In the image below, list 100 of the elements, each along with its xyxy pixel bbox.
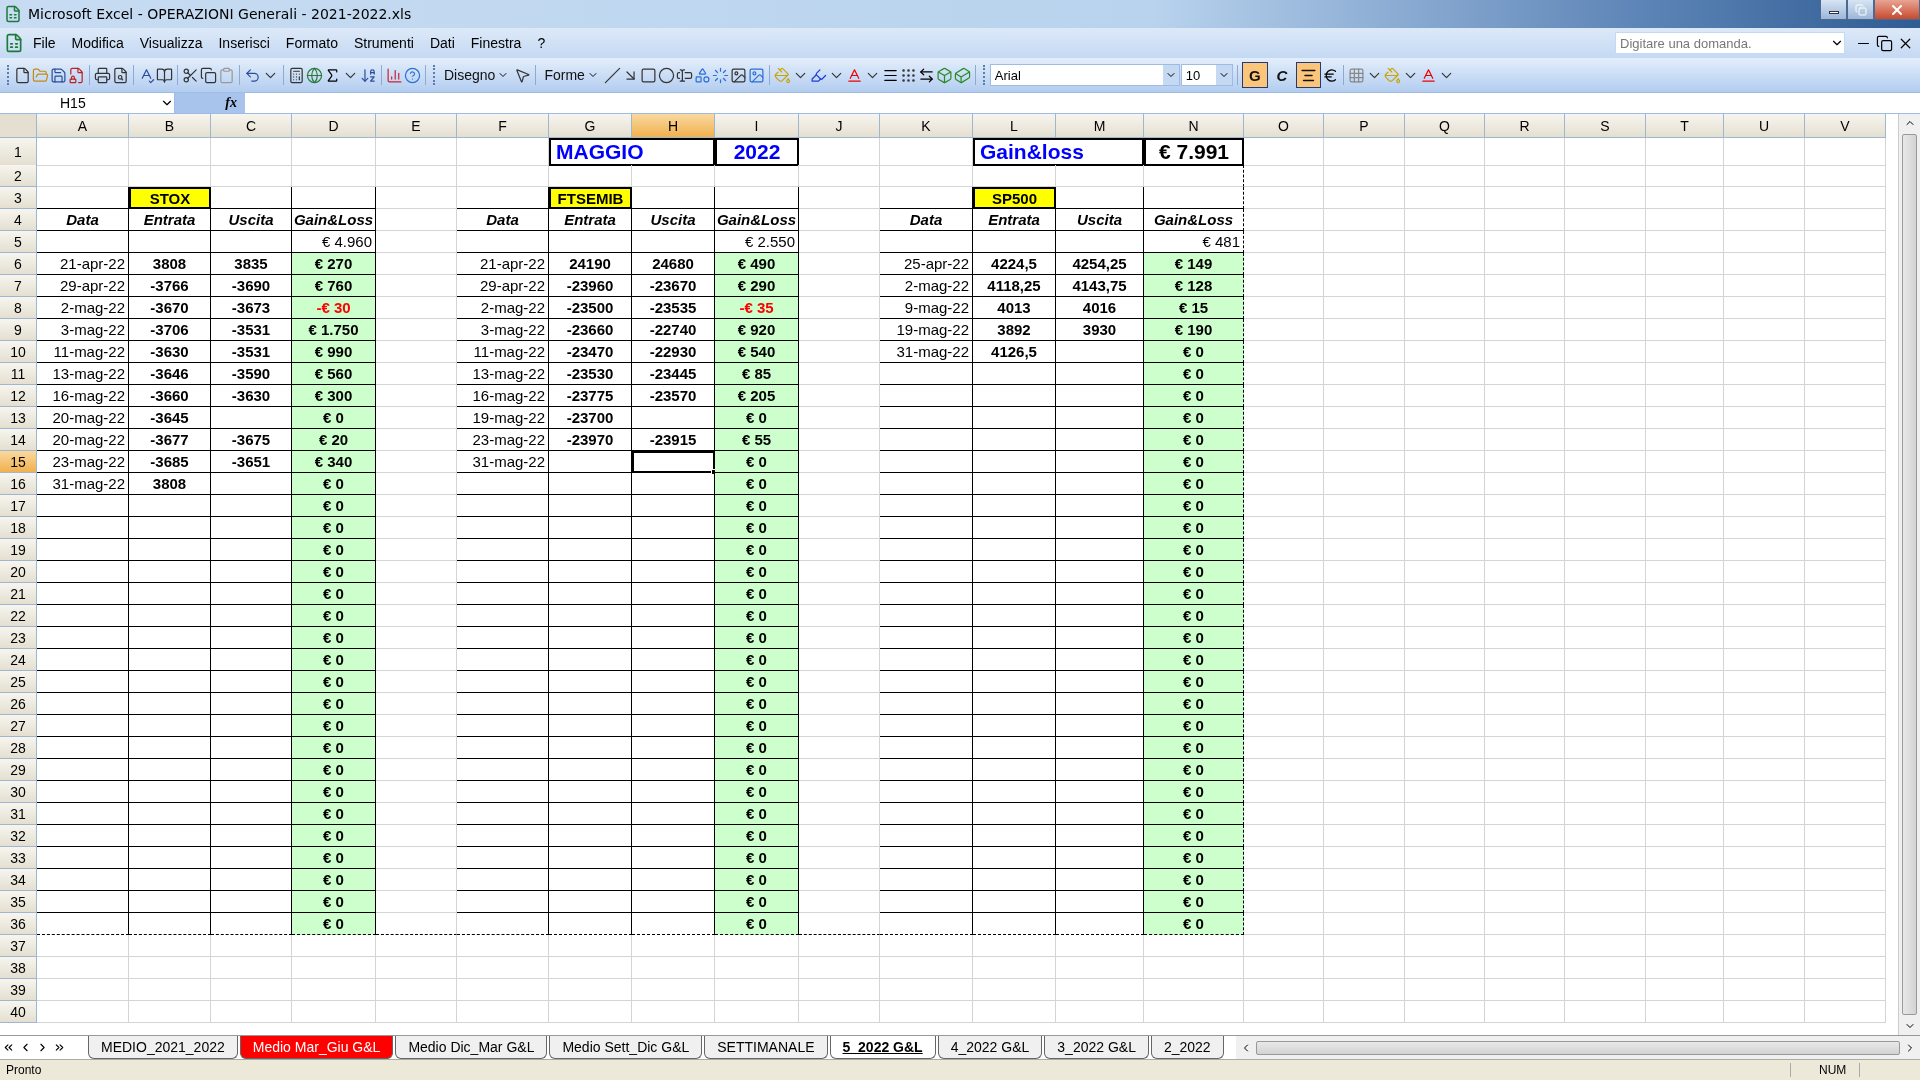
row-header[interactable]: 29	[0, 759, 37, 781]
menu-item[interactable]: Finestra	[463, 33, 529, 53]
menu-item[interactable]: File	[26, 33, 63, 53]
line-color-icon[interactable]	[809, 66, 827, 84]
row-header[interactable]: 25	[0, 671, 37, 693]
row-header[interactable]: 11	[0, 363, 37, 385]
row-header[interactable]: 5	[0, 231, 37, 253]
sort-icon[interactable]	[360, 66, 377, 84]
row-header[interactable]: 6	[0, 253, 37, 275]
vertical-scrollbar[interactable]	[1898, 114, 1920, 1035]
menu-item[interactable]: Visualizza	[132, 33, 210, 53]
column-header[interactable]: V	[1805, 114, 1886, 138]
row-header[interactable]: 37	[0, 935, 37, 957]
print-icon[interactable]	[94, 66, 111, 84]
column-header[interactable]: N	[1144, 114, 1244, 138]
font-color-icon[interactable]	[1419, 66, 1437, 84]
menu-item[interactable]: Formato	[278, 33, 345, 53]
font-field[interactable]: Arial	[989, 64, 1180, 86]
row-header[interactable]: 22	[0, 605, 37, 627]
active-cell[interactable]	[632, 451, 715, 473]
row-header[interactable]: 12	[0, 385, 37, 407]
text-box-icon[interactable]	[675, 66, 693, 84]
permission-icon[interactable]	[68, 66, 85, 84]
font-size-field[interactable]: 10	[1180, 64, 1233, 86]
sheet-tab[interactable]: 4_2022 G&L	[937, 1036, 1043, 1059]
column-header[interactable]: P	[1324, 114, 1405, 138]
column-header[interactable]: A	[37, 114, 129, 138]
menu-item[interactable]: Dati	[422, 33, 462, 53]
shapes-menu-button[interactable]: Forme	[540, 62, 603, 88]
row-header[interactable]: 40	[0, 1001, 37, 1023]
insert-function-button[interactable]: fx	[225, 95, 237, 111]
sheet-tab[interactable]: SETTIMANALE	[704, 1036, 828, 1059]
image-icon[interactable]	[747, 66, 765, 84]
column-header[interactable]: C	[211, 114, 292, 138]
row-header[interactable]: 3	[0, 187, 37, 209]
row-header[interactable]: 7	[0, 275, 37, 297]
row-header[interactable]: 32	[0, 825, 37, 847]
row-header[interactable]: 15	[0, 451, 37, 473]
column-header[interactable]: R	[1485, 114, 1565, 138]
row-header[interactable]: 9	[0, 319, 37, 341]
row-header[interactable]: 19	[0, 539, 37, 561]
row-header[interactable]: 4	[0, 209, 37, 231]
column-header[interactable]: M	[1056, 114, 1144, 138]
research-icon[interactable]	[156, 66, 173, 84]
oval-icon[interactable]	[657, 66, 675, 84]
euro-icon[interactable]	[1321, 66, 1339, 84]
row-header[interactable]: 10	[0, 341, 37, 363]
sheet-tab[interactable]: Medio Mar_Giu G&L	[239, 1036, 394, 1059]
column-header[interactable]: D	[292, 114, 376, 138]
close-button[interactable]	[1874, 0, 1920, 20]
center-align-button[interactable]	[1295, 62, 1321, 88]
row-header[interactable]: 17	[0, 495, 37, 517]
italic-button[interactable]: C	[1268, 62, 1295, 88]
row-header[interactable]: 27	[0, 715, 37, 737]
column-header[interactable]: O	[1244, 114, 1324, 138]
row-header[interactable]: 23	[0, 627, 37, 649]
column-header[interactable]: B	[129, 114, 211, 138]
rectangle-icon[interactable]	[639, 66, 657, 84]
font-color-icon[interactable]	[845, 66, 863, 84]
column-header[interactable]: G	[549, 114, 632, 138]
row-header[interactable]: 24	[0, 649, 37, 671]
column-header[interactable]: K	[880, 114, 973, 138]
undo-icon[interactable]	[244, 66, 261, 84]
bold-button[interactable]: G	[1241, 62, 1268, 88]
sheet-tab[interactable]: Medio Dic_Mar G&L	[395, 1036, 548, 1059]
horizontal-scrollbar[interactable]	[1235, 1036, 1920, 1059]
menu-item[interactable]: Modifica	[64, 33, 131, 53]
row-header[interactable]: 16	[0, 473, 37, 495]
column-header[interactable]: U	[1724, 114, 1805, 138]
sheet-tab[interactable]: 2_2022	[1150, 1036, 1224, 1059]
draw-menu-button[interactable]: Disegno	[440, 62, 514, 88]
chart-icon[interactable]	[386, 66, 403, 84]
minimize-button[interactable]	[1820, 0, 1847, 20]
menu-item[interactable]: ?	[530, 33, 553, 53]
sheet-tab[interactable]: Medio Sett_Dic G&L	[549, 1036, 703, 1059]
maximize-button[interactable]	[1847, 0, 1874, 20]
dash-style-icon[interactable]	[899, 66, 917, 84]
column-header[interactable]: Q	[1405, 114, 1485, 138]
column-header[interactable]: I	[715, 114, 799, 138]
new-file-icon[interactable]	[14, 66, 31, 84]
help-icon[interactable]	[404, 66, 421, 84]
row-header[interactable]: 28	[0, 737, 37, 759]
save-icon[interactable]	[50, 66, 67, 84]
scroll-thumb[interactable]	[1902, 134, 1917, 1015]
column-header[interactable]: S	[1565, 114, 1646, 138]
row-header[interactable]: 30	[0, 781, 37, 803]
print-preview-icon[interactable]	[112, 66, 129, 84]
column-header[interactable]: H	[632, 114, 715, 138]
line-icon[interactable]	[603, 66, 621, 84]
menu-item[interactable]: Inserisci	[211, 33, 277, 53]
row-header[interactable]: 1	[0, 138, 37, 166]
row-header[interactable]: 20	[0, 561, 37, 583]
sheet-tab[interactable]: 5_2022 G&L	[829, 1036, 936, 1059]
row-header[interactable]: 33	[0, 847, 37, 869]
spreadsheet-icon[interactable]	[4, 33, 24, 53]
row-header[interactable]: 14	[0, 429, 37, 451]
arrow-style-icon[interactable]	[917, 66, 935, 84]
cut-icon[interactable]	[182, 66, 199, 84]
fill-color-icon[interactable]	[773, 66, 791, 84]
fill-color-icon[interactable]	[1383, 66, 1401, 84]
